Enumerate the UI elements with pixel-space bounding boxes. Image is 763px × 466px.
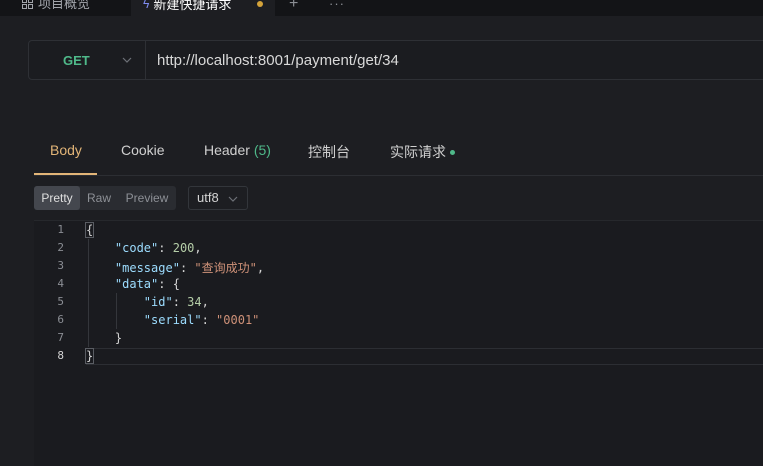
view-mode-raw[interactable]: Raw (80, 186, 118, 210)
tab-console[interactable]: 控制台 (308, 142, 350, 162)
view-mode-pretty[interactable]: Pretty (34, 186, 80, 210)
line-number: 7 (57, 331, 64, 344)
chevron-down-icon (228, 196, 238, 202)
more-icon[interactable]: ··· (329, 0, 345, 11)
grid-icon (22, 0, 33, 9)
json-number: 34 (187, 295, 202, 309)
plus-icon[interactable]: + (289, 0, 298, 11)
tab-header[interactable]: Header (5) (204, 142, 271, 158)
tabs-divider (34, 175, 763, 176)
json-punctuation: : (172, 295, 188, 309)
json-key: "id" (143, 295, 173, 309)
method-label: GET (63, 53, 90, 68)
header-count-badge: (5) (253, 142, 271, 158)
current-line-highlight (86, 348, 763, 365)
json-punctuation: : (158, 241, 173, 255)
json-string: "0001" (216, 313, 260, 327)
json-punctuation: , (194, 241, 202, 255)
line-number-gutter: 1 2 3 4 5 6 7 8 (34, 221, 70, 466)
line-number: 3 (57, 259, 64, 272)
json-number: 200 (172, 241, 195, 255)
tab-actual-request-label: 实际请求 (390, 144, 446, 160)
json-punctuation: } (114, 331, 123, 345)
tab-project-overview[interactable]: 项目概览 (22, 0, 90, 16)
view-mode-switch: Pretty Raw Preview (34, 186, 176, 210)
encoding-select[interactable]: utf8 (188, 186, 248, 210)
more-tabs-button[interactable]: ··· (329, 0, 345, 10)
json-punctuation: : (179, 261, 195, 275)
json-punctuation: , (201, 295, 209, 309)
tab-new-quick-request[interactable]: ϟ 新建快捷请求 (131, 0, 275, 16)
line-number: 5 (57, 295, 64, 308)
json-punctuation: : { (158, 277, 180, 291)
unsaved-dot-icon (257, 1, 263, 7)
code-line: "serial": "0001" (86, 313, 260, 327)
code-line: "code": 200, (86, 241, 202, 255)
request-url-bar: GET http://localhost:8001/payment/get/34 (28, 40, 763, 80)
json-key: "code" (114, 241, 159, 255)
chevron-down-icon (122, 57, 132, 63)
tab-header-label: Header (204, 142, 250, 158)
json-string: "查询成功" (194, 261, 257, 275)
code-line: "id": 34, (86, 295, 209, 309)
code-line: } (86, 331, 122, 345)
tab-actual-request[interactable]: 实际请求 (390, 142, 455, 162)
method-select[interactable]: GET (29, 41, 146, 79)
add-tab-button[interactable]: + (289, 0, 298, 11)
lightning-icon: ϟ (143, 0, 150, 11)
response-body-editor[interactable]: 12345678 { "code": 200, "message": "查询成功… (34, 220, 763, 466)
code-line: "data": { (86, 277, 180, 291)
tab-bar: 项目概览 ϟ 新建快捷请求 + ··· (0, 0, 763, 16)
tab-body[interactable]: Body (50, 142, 82, 158)
encoding-value: utf8 (197, 190, 219, 205)
json-key: "data" (114, 277, 159, 291)
json-punctuation: } (84, 348, 95, 364)
code-line: "message": "查询成功", (86, 259, 264, 276)
json-punctuation: : (201, 313, 217, 327)
line-number: 8 (57, 349, 64, 362)
url-input[interactable]: http://localhost:8001/payment/get/34 (157, 52, 399, 69)
json-punctuation: , (256, 261, 265, 275)
json-key: "message" (114, 261, 180, 275)
tab-new-quick-request-label: 新建快捷请求 (153, 0, 232, 12)
line-number: 2 (57, 241, 64, 254)
code-line: { (84, 222, 95, 238)
line-number: 4 (57, 277, 64, 290)
status-dot-icon (450, 149, 455, 155)
json-punctuation: { (84, 222, 95, 238)
view-mode-preview[interactable]: Preview (118, 186, 176, 210)
code-line: } (84, 348, 95, 364)
tab-cookie[interactable]: Cookie (121, 142, 165, 158)
line-number: 6 (57, 313, 64, 326)
json-key: "serial" (143, 313, 202, 327)
line-number: 1 (57, 223, 64, 236)
tab-project-overview-label: 项目概览 (38, 0, 91, 11)
